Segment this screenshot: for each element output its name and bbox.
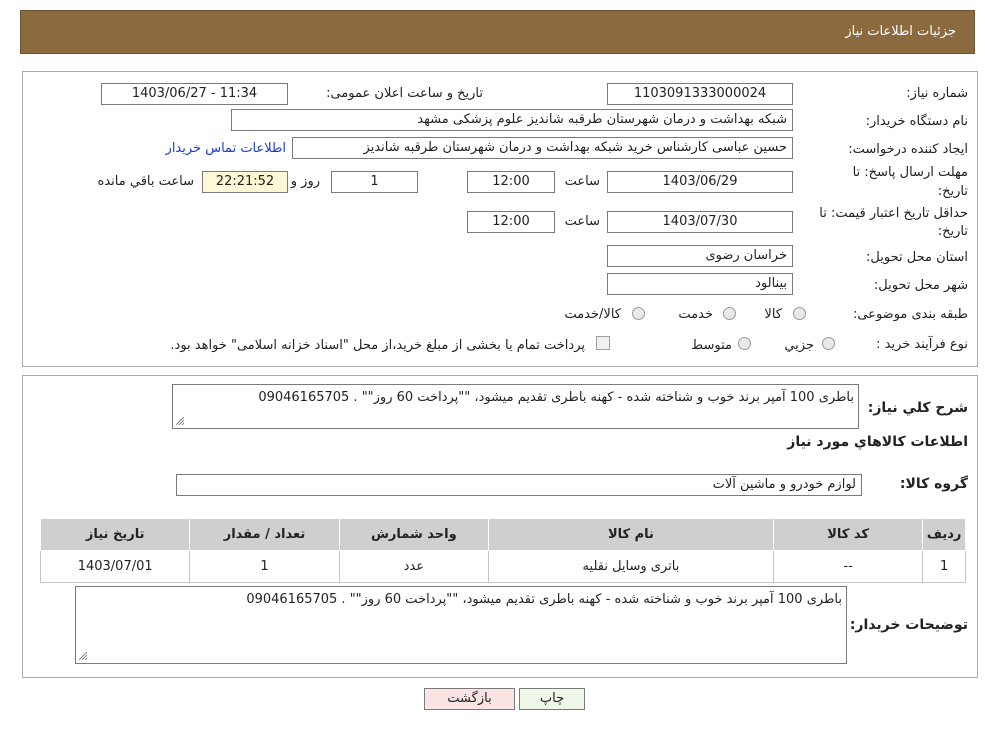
category-label: طبقه بندی موضوعی: bbox=[852, 307, 968, 322]
validity-time-field[interactable]: 12:00 bbox=[467, 211, 555, 233]
validity-label-line2: تاریخ: bbox=[937, 224, 968, 239]
cell-goods-name: باتری وسایل نقلیه bbox=[487, 550, 774, 583]
buyer-org-label: نام دستگاه خریدار: bbox=[865, 114, 968, 129]
header-bar: جزئیات اطلاعات نیاز bbox=[20, 10, 975, 54]
need-number-field[interactable]: 1103091333000024 bbox=[607, 83, 793, 105]
summary-textarea[interactable]: باطری 100 آمپر برند خوب و شناخته شده - ک… bbox=[172, 384, 859, 429]
category-option-goods: کالا bbox=[764, 307, 782, 322]
col-goods-code: کد کالا bbox=[772, 518, 924, 551]
col-need-date: تاریخ نیاز bbox=[39, 518, 191, 551]
process-option-medium: متوسط bbox=[691, 338, 732, 353]
category-radio-goods-service[interactable] bbox=[632, 307, 645, 320]
contact-buyer-link[interactable]: اطلاعات تماس خریدار bbox=[166, 141, 286, 156]
deadline-label-line2: تاریخ: bbox=[937, 184, 968, 199]
buyer-notes-text: باطری 100 آمپر برند خوب و شناخته شده - ک… bbox=[246, 592, 842, 607]
col-unit: واحد شمارش bbox=[338, 518, 489, 551]
resize-grip-icon bbox=[79, 652, 87, 660]
buyer-notes-textarea[interactable]: باطری 100 آمپر برند خوب و شناخته شده - ک… bbox=[75, 586, 847, 664]
goods-group-label: گروه کالا: bbox=[899, 476, 968, 492]
col-quantity: تعداد / مقدار bbox=[189, 518, 340, 551]
print-button[interactable]: چاپ bbox=[519, 688, 585, 710]
deadline-time-field[interactable]: 12:00 bbox=[467, 171, 555, 193]
col-row-number: رديف bbox=[922, 518, 966, 551]
goods-group-field[interactable]: لوازم خودرو و ماشین آلات bbox=[176, 474, 862, 496]
process-radio-medium[interactable] bbox=[738, 337, 751, 350]
city-field[interactable]: بینالود bbox=[607, 273, 793, 295]
announce-field[interactable]: 1403/06/27 - 11:34 bbox=[101, 83, 288, 105]
validity-date-field[interactable]: 1403/07/30 bbox=[607, 211, 793, 233]
process-radio-minor[interactable] bbox=[822, 337, 835, 350]
validity-time-label: ساعت bbox=[564, 214, 600, 229]
category-radio-service[interactable] bbox=[723, 307, 736, 320]
remaining-label: ساعت باقي مانده bbox=[97, 174, 194, 189]
category-radio-goods[interactable] bbox=[793, 307, 806, 320]
summary-text: باطری 100 آمپر برند خوب و شناخته شده - ک… bbox=[258, 390, 854, 405]
buyer-org-field[interactable]: شبکه بهداشت و درمان شهرستان طرقبه شاندیز… bbox=[231, 109, 793, 131]
process-label: نوع فرآیند خرید : bbox=[876, 337, 968, 352]
cell-need-date: 1403/07/01 bbox=[39, 550, 191, 583]
days-field[interactable]: 1 bbox=[331, 171, 418, 193]
treasury-checkbox[interactable] bbox=[596, 336, 610, 350]
cell-quantity: 1 bbox=[189, 550, 340, 583]
buyer-notes-label: توضیحات خریدار: bbox=[849, 617, 968, 633]
category-option-service: خدمت bbox=[678, 307, 713, 322]
page-title: جزئیات اطلاعات نیاز bbox=[845, 24, 956, 39]
announce-label: تاریخ و ساعت اعلان عمومی: bbox=[326, 86, 483, 101]
requester-label: ایجاد کننده درخواست: bbox=[848, 142, 968, 157]
cell-row-number: 1 bbox=[922, 550, 966, 583]
col-goods-name: نام کالا bbox=[487, 518, 774, 551]
table-header-row: رديف کد کالا نام کالا واحد شمارش تعداد /… bbox=[39, 518, 966, 551]
deadline-date-field[interactable]: 1403/06/29 bbox=[607, 171, 793, 193]
validity-label-line1: حداقل تاریخ اعتبار قیمت: تا bbox=[819, 206, 968, 221]
back-button[interactable]: بازگشت bbox=[424, 688, 515, 710]
summary-label: شرح کلي نياز: bbox=[867, 400, 968, 416]
goods-info-title: اطلاعات کالاهاي مورد نياز bbox=[787, 434, 968, 450]
province-label: استان محل تحویل: bbox=[866, 250, 968, 265]
cell-unit: عدد bbox=[338, 550, 489, 583]
table-row: 1 -- باتری وسایل نقلیه عدد 1 1403/07/01 bbox=[39, 550, 966, 583]
category-option-goods-service: کالا/خدمت bbox=[564, 307, 621, 322]
need-number-label: شماره نیاز: bbox=[906, 86, 968, 101]
city-label: شهر محل تحویل: bbox=[873, 278, 968, 293]
process-note: پرداخت تمام یا بخشی از مبلغ خرید،از محل … bbox=[170, 338, 585, 353]
remaining-time-field: 22:21:52 bbox=[202, 171, 288, 193]
items-table: رديف کد کالا نام کالا واحد شمارش تعداد /… bbox=[39, 518, 966, 583]
process-option-minor: جزیي bbox=[784, 338, 814, 353]
deadline-time-label: ساعت bbox=[564, 174, 600, 189]
days-label: روز و bbox=[290, 174, 320, 189]
province-field[interactable]: خراسان رضوی bbox=[607, 245, 793, 267]
requester-field[interactable]: حسین عباسی کارشناس خرید شبکه بهداشت و در… bbox=[292, 137, 793, 159]
cell-goods-code: -- bbox=[772, 550, 924, 583]
deadline-label-line1: مهلت ارسال پاسخ: تا bbox=[852, 165, 968, 180]
resize-grip-icon bbox=[176, 417, 184, 425]
